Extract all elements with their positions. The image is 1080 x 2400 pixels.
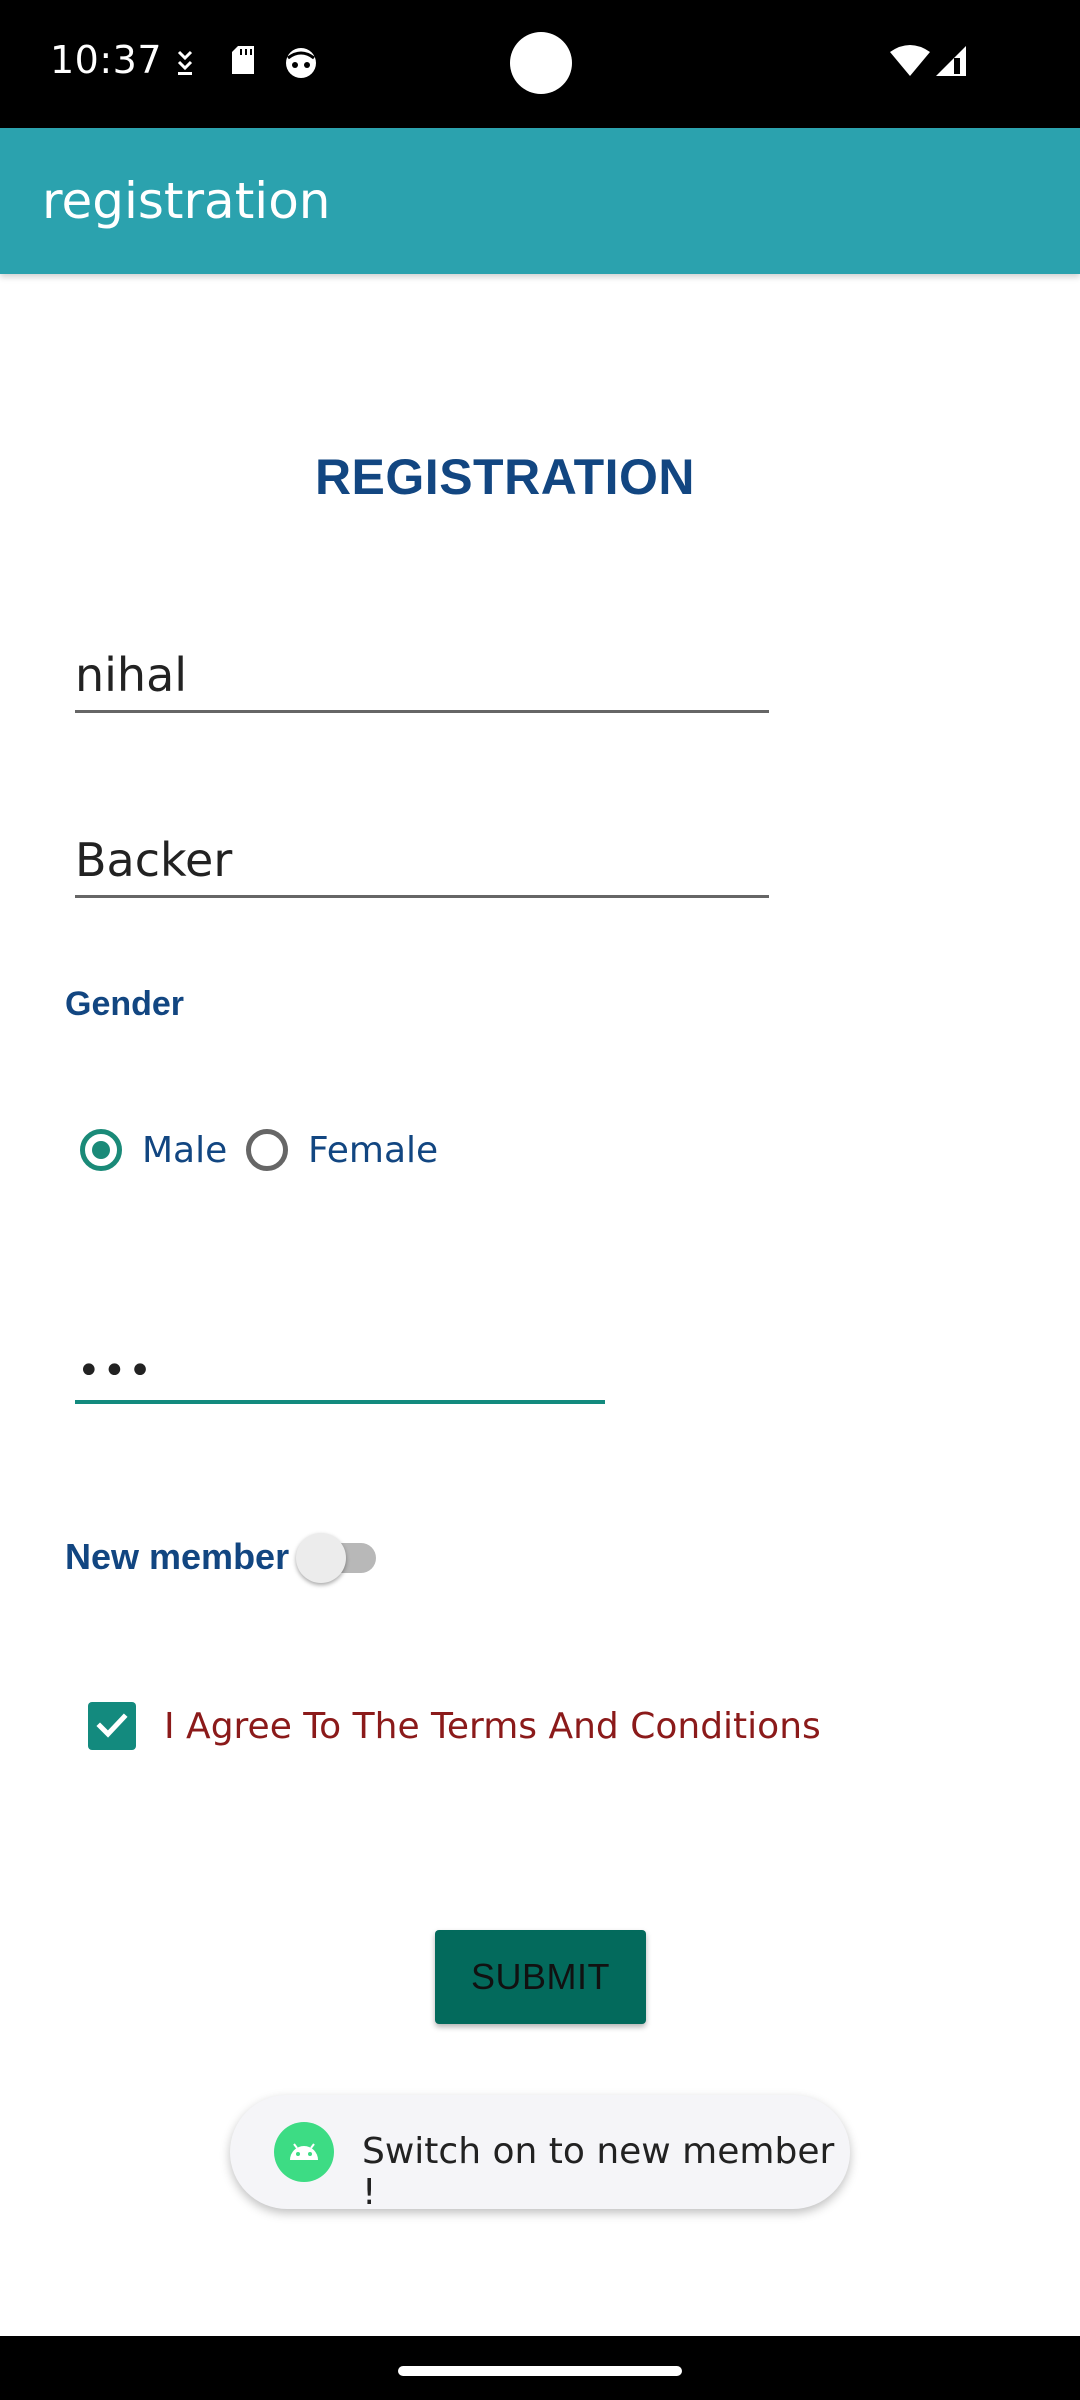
gender-label: Gender bbox=[65, 985, 185, 1023]
navigation-bar bbox=[0, 2336, 1080, 2400]
first-name-field[interactable]: nihal bbox=[75, 630, 769, 713]
submit-button[interactable]: SUBMIT bbox=[435, 1930, 646, 2024]
checkbox-checked-icon[interactable] bbox=[88, 1702, 136, 1750]
radio-female-label: Female bbox=[308, 1129, 439, 1171]
radio-female[interactable]: Female bbox=[246, 1122, 438, 1178]
signal-icon bbox=[934, 44, 968, 83]
last-name-value: Backer bbox=[75, 833, 233, 887]
radio-male[interactable]: Male bbox=[80, 1122, 227, 1178]
status-time: 10:37 bbox=[50, 38, 163, 82]
page-title: REGISTRATION bbox=[314, 449, 696, 505]
radio-checked-icon bbox=[80, 1129, 122, 1171]
password-field[interactable]: ••• bbox=[75, 1320, 605, 1404]
terms-label: I Agree To The Terms And Conditions bbox=[164, 1705, 821, 1747]
app-bar: registration bbox=[0, 128, 1080, 274]
camera-cutout bbox=[510, 32, 572, 94]
sd-card-icon bbox=[230, 44, 256, 81]
app-title: registration bbox=[42, 172, 331, 230]
first-name-value: nihal bbox=[75, 648, 188, 702]
password-value: ••• bbox=[77, 1348, 154, 1394]
wifi-icon bbox=[890, 44, 930, 81]
terms-checkbox-row[interactable]: I Agree To The Terms And Conditions bbox=[88, 1702, 821, 1750]
face-icon bbox=[284, 46, 318, 85]
toast-text: Switch on to new member ! bbox=[362, 2131, 835, 2213]
new-member-label: New member bbox=[65, 1536, 290, 1577]
radio-male-label: Male bbox=[142, 1129, 228, 1171]
last-name-field[interactable]: Backer bbox=[75, 815, 769, 898]
status-bar: 10:37 bbox=[0, 0, 1080, 128]
download-icon bbox=[174, 48, 196, 83]
android-icon bbox=[274, 2122, 334, 2182]
toast: Switch on to new member ! bbox=[230, 2095, 850, 2213]
radio-unchecked-icon bbox=[246, 1129, 288, 1171]
screen: 10:37 registration REGISTRATION nihal Ba… bbox=[0, 0, 1080, 2400]
home-handle[interactable] bbox=[398, 2366, 682, 2376]
switch-thumb bbox=[296, 1533, 346, 1583]
new-member-switch[interactable] bbox=[296, 1530, 380, 1583]
